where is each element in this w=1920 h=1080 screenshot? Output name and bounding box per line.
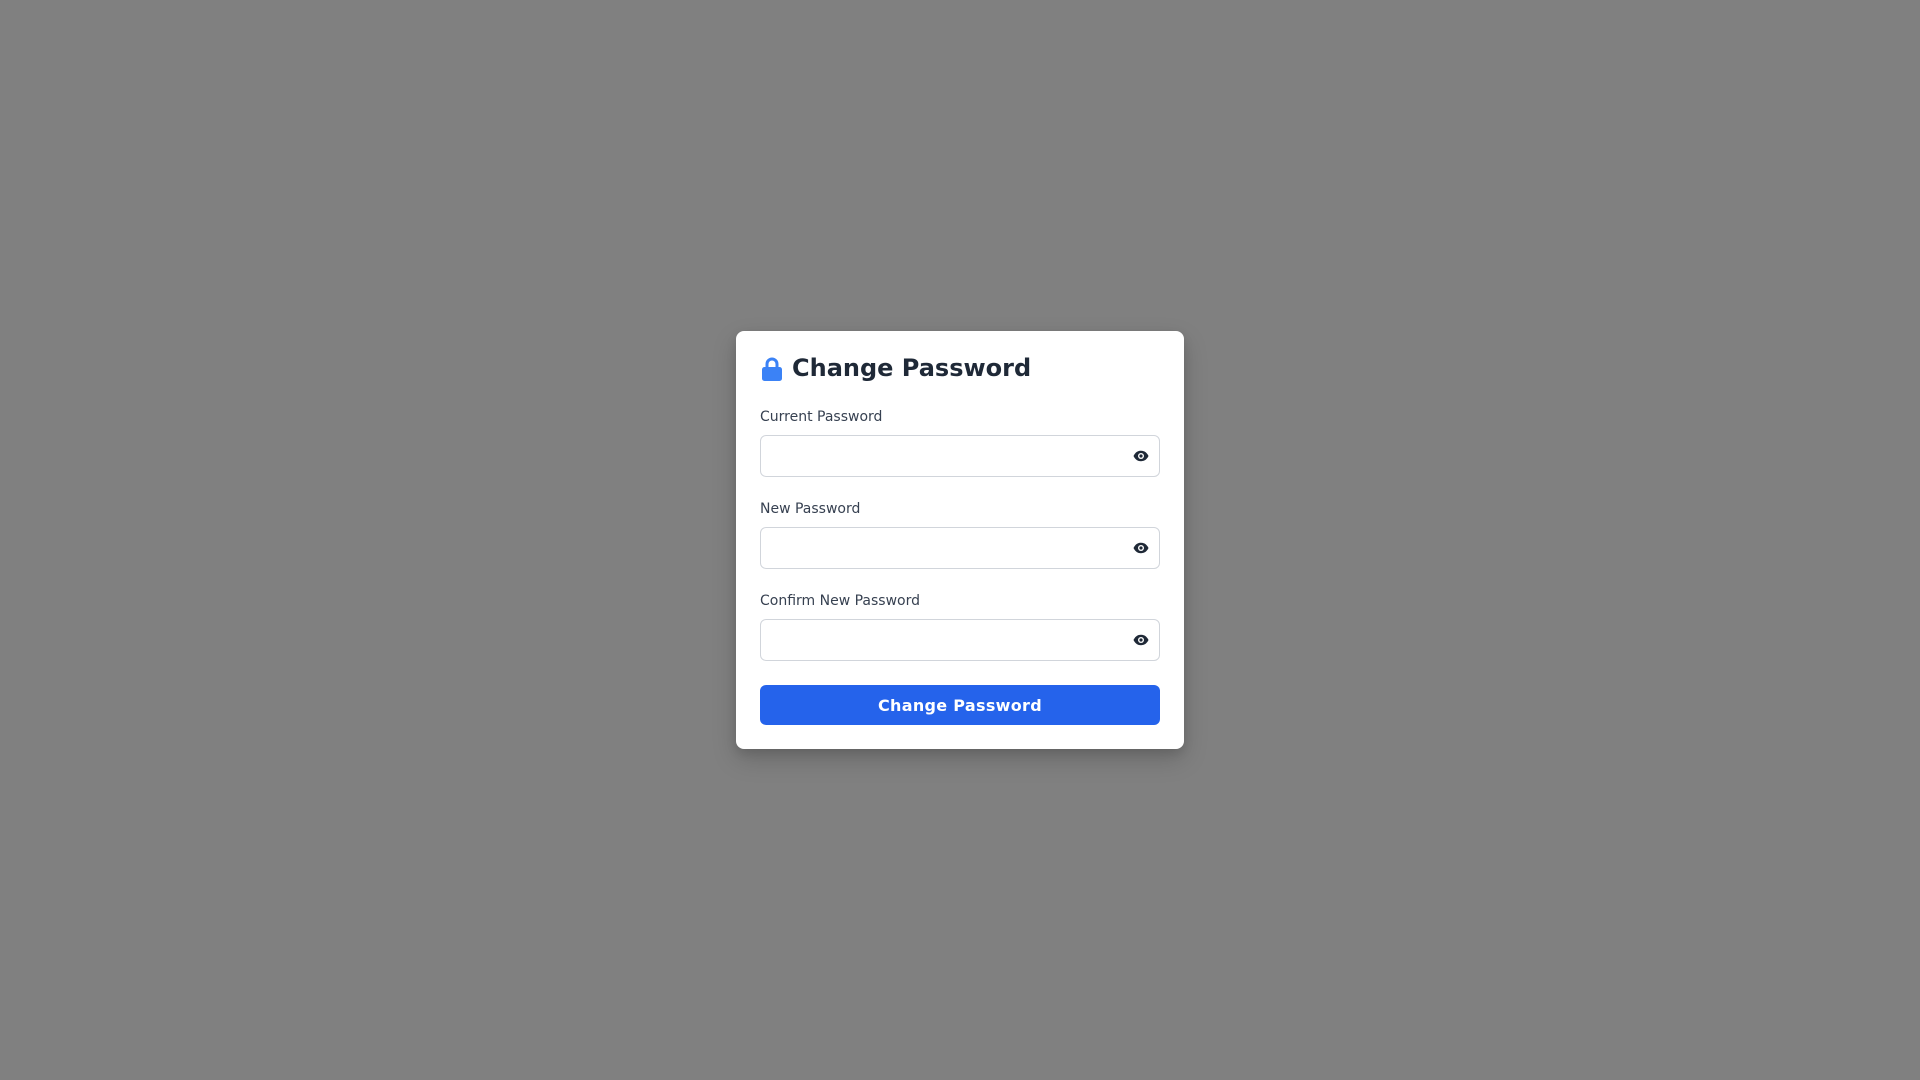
modal-overlay: Change Password Current Password New Pas…: [0, 0, 1920, 1080]
dialog-title: Change Password: [792, 354, 1032, 382]
confirm-password-input[interactable]: [760, 619, 1160, 661]
change-password-dialog: Change Password Current Password New Pas…: [736, 331, 1184, 749]
current-password-input[interactable]: [760, 435, 1160, 477]
confirm-password-field: Confirm New Password: [760, 593, 1160, 661]
eye-icon[interactable]: [1132, 539, 1150, 557]
current-password-field: Current Password: [760, 409, 1160, 477]
lock-icon: [760, 355, 784, 381]
confirm-password-wrapper: [760, 619, 1160, 661]
current-password-wrapper: [760, 435, 1160, 477]
change-password-button[interactable]: Change Password: [760, 685, 1160, 725]
current-password-label: Current Password: [760, 409, 883, 425]
new-password-input[interactable]: [760, 527, 1160, 569]
dialog-header: Change Password: [760, 355, 1160, 381]
eye-icon[interactable]: [1132, 631, 1150, 649]
eye-icon[interactable]: [1132, 447, 1150, 465]
new-password-field: New Password: [760, 501, 1160, 569]
new-password-wrapper: [760, 527, 1160, 569]
confirm-password-label: Confirm New Password: [760, 593, 921, 609]
new-password-label: New Password: [760, 501, 861, 517]
